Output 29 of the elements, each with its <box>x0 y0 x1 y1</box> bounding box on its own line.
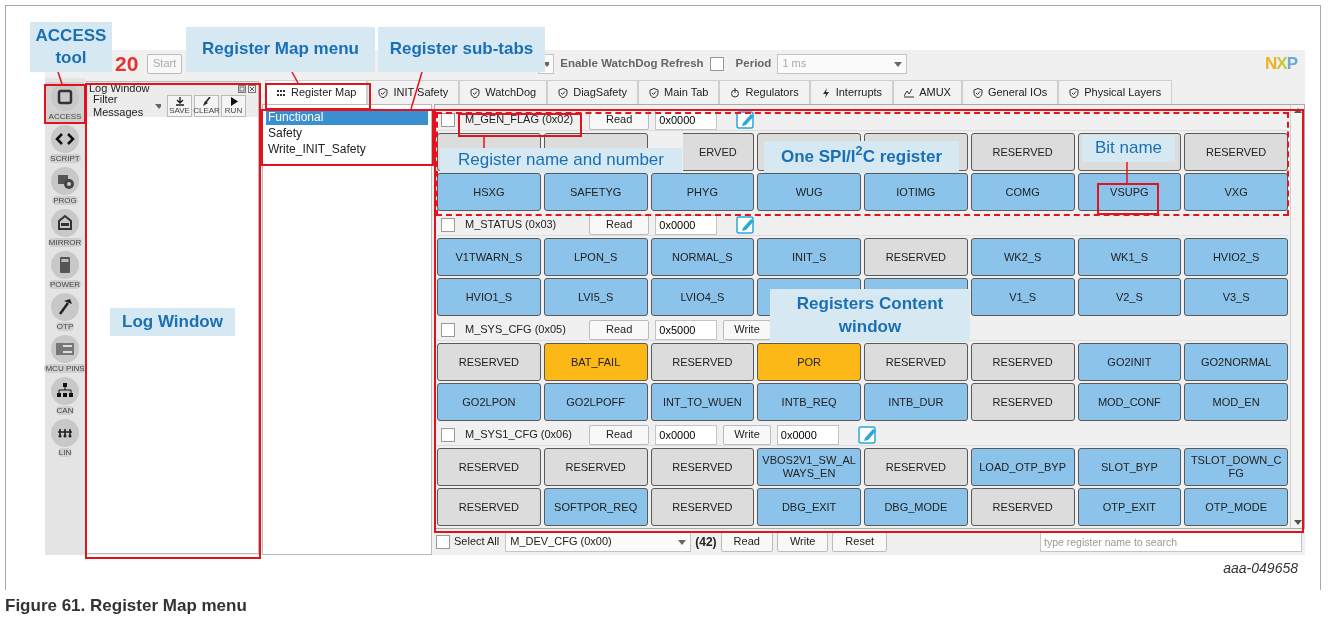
callout-tooltip: One SPI/I$^{2}$C register <box>764 141 959 173</box>
callout-tooltip: Register sub-tabs <box>378 27 545 72</box>
tool-label: OTP <box>55 322 75 331</box>
tool-label: MCU PINS <box>44 364 86 373</box>
tool-label: CAN <box>55 406 75 415</box>
figure-caption: Figure 61. Register Map menu <box>5 596 247 615</box>
callout-tooltip: Register name and number <box>440 148 682 173</box>
register-name: M_SYS_CFG (0x05) <box>465 323 566 336</box>
register-count: (42) <box>695 534 717 550</box>
callout-tooltip: Bit name <box>1082 135 1175 162</box>
tool-label: ACCESS <box>47 112 83 121</box>
tool-label: PROG <box>52 196 78 205</box>
callout-tooltip: Register Map menu <box>186 27 375 72</box>
tool-label: POWER <box>48 280 82 289</box>
register-name: M_STATUS (0x03) <box>465 218 557 231</box>
callout-tooltip: Registers Content window <box>770 289 970 342</box>
watchdog-label: Enable WatchDog Refresh <box>560 57 704 71</box>
logo: NXP <box>1265 53 1297 75</box>
tool-label: LIN <box>57 448 73 457</box>
register-name: M_GEN_FLAG (0x02) <box>465 113 574 126</box>
register-name: M_SYS1_CFG (0x06) <box>465 428 572 441</box>
select-all-label: Select All <box>454 535 500 549</box>
tool-label: SCRIPT <box>49 154 81 163</box>
app-title: 20 <box>115 51 140 77</box>
tool-label: MIRROR <box>47 238 83 247</box>
callout-tooltip: ACCESS tool <box>30 22 112 72</box>
callout-tooltip: Log Window <box>110 308 235 336</box>
figure-id: aaa-049658 <box>1223 560 1298 576</box>
period-label: Period <box>735 57 772 71</box>
